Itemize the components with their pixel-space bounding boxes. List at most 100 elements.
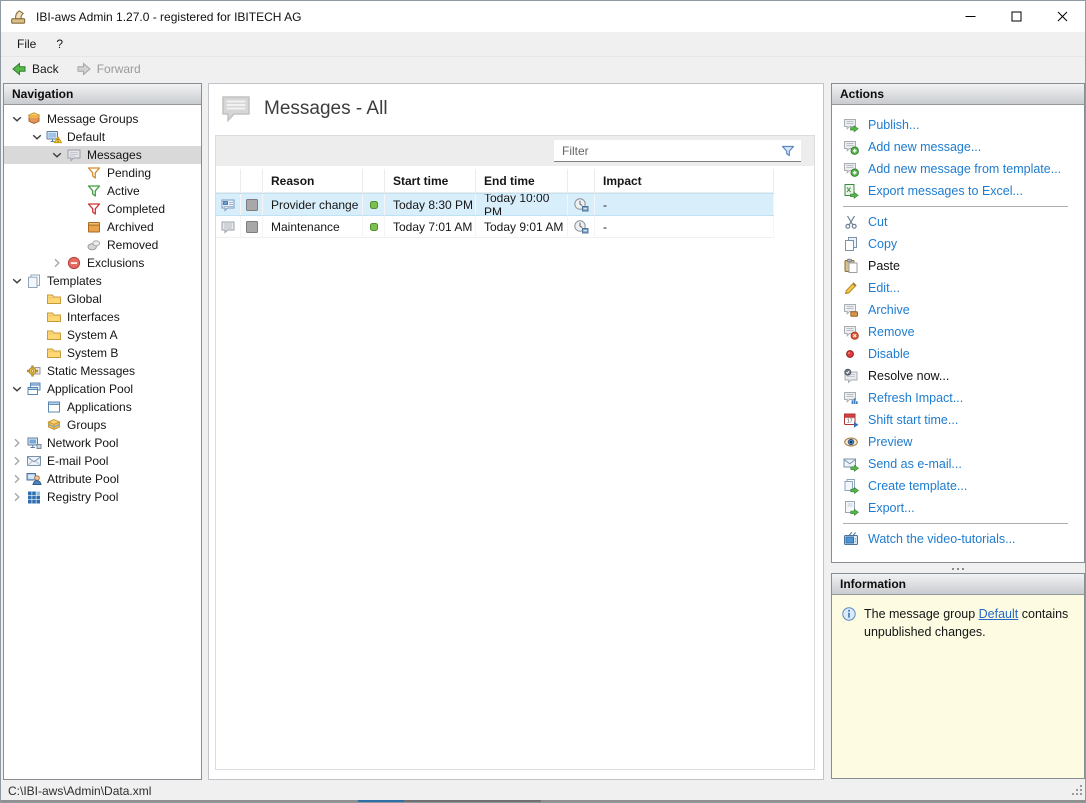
action-paste[interactable]: Paste (843, 255, 1078, 277)
messages-list-control: Reason Start timeEnd time ImpactProvider c… (215, 135, 815, 770)
nav-item-active[interactable]: Active (4, 182, 201, 200)
nav-item-removed[interactable]: Removed (4, 236, 201, 254)
action-add-new-message[interactable]: Add new message... (843, 136, 1078, 158)
nav-item-registry-pool[interactable]: Registry Pool (4, 488, 201, 506)
action-publish[interactable]: Publish... (843, 114, 1078, 136)
nav-item-archived[interactable]: Archived (4, 218, 201, 236)
column-header-blank[interactable] (241, 169, 263, 193)
filter-funnel-icon[interactable] (780, 143, 796, 159)
status-bar: C:\IBI-aws\Admin\Data.xml (1, 781, 1085, 800)
expander-spacer (29, 345, 45, 361)
action-label: Refresh Impact... (868, 391, 963, 405)
nav-item-interfaces[interactable]: Interfaces (4, 308, 201, 326)
nav-item-label: System A (67, 328, 118, 342)
column-header-blank[interactable] (568, 169, 595, 193)
resize-grip-icon[interactable] (1071, 784, 1083, 796)
message-type-icon (216, 216, 241, 237)
chevron-right-icon[interactable] (49, 255, 65, 271)
action-archive[interactable]: Archive (843, 299, 1078, 321)
action-export[interactable]: Export... (843, 497, 1078, 519)
information-panel: Information The message group Default co… (831, 573, 1085, 779)
action-send-as-e-mail[interactable]: Send as e-mail... (843, 453, 1078, 475)
column-header-impact[interactable]: Impact (595, 169, 774, 193)
chevron-down-icon[interactable] (29, 129, 45, 145)
nav-item-groups[interactable]: Groups (4, 416, 201, 434)
close-button[interactable] (1039, 1, 1085, 32)
nav-item-system-a[interactable]: System A (4, 326, 201, 344)
menu-help[interactable]: ? (46, 32, 73, 56)
nav-item-static-messages[interactable]: Static Messages (4, 362, 201, 380)
action-label: Copy (868, 237, 897, 251)
action-create-template[interactable]: Create template... (843, 475, 1078, 497)
action-disable[interactable]: Disable (843, 343, 1078, 365)
nav-item-exclusions[interactable]: Exclusions (4, 254, 201, 272)
action-edit[interactable]: Edit... (843, 277, 1078, 299)
action-preview[interactable]: Preview (843, 431, 1078, 453)
chevron-down-icon[interactable] (49, 147, 65, 163)
panel-splitter[interactable] (831, 566, 1085, 572)
archive-icon (843, 302, 859, 318)
nav-item-completed[interactable]: Completed (4, 200, 201, 218)
filter-input[interactable] (554, 140, 801, 161)
email-pool-icon (26, 453, 42, 469)
nav-item-label: Archived (107, 220, 154, 234)
nav-item-label: Registry Pool (47, 490, 118, 504)
chevron-down-icon[interactable] (9, 111, 25, 127)
default-group-link[interactable]: Default (979, 607, 1019, 621)
table-row-provider-change[interactable]: Provider changeToday 8:30 PMToday 10:00 … (216, 193, 774, 216)
table-row-maintenance[interactable]: MaintenanceToday 7:01 AMToday 9:01 AM- (216, 216, 774, 238)
action-refresh-impact[interactable]: Refresh Impact... (843, 387, 1078, 409)
action-resolve-now[interactable]: Resolve now... (843, 365, 1078, 387)
nav-item-e-mail-pool[interactable]: E-mail Pool (4, 452, 201, 470)
nav-item-default[interactable]: Default (4, 128, 201, 146)
chevron-right-icon[interactable] (9, 489, 25, 505)
chevron-down-icon[interactable] (9, 273, 25, 289)
nav-item-system-b[interactable]: System B (4, 344, 201, 362)
nav-item-messages[interactable]: Messages (4, 146, 201, 164)
minimize-button[interactable] (947, 1, 993, 32)
action-label: Watch the video-tutorials... (868, 532, 1016, 546)
menu-file[interactable]: File (7, 32, 46, 56)
column-header-blank[interactable] (216, 169, 241, 193)
static-messages-icon (26, 363, 42, 379)
clock-icon (568, 194, 595, 215)
disable-icon (843, 346, 859, 362)
nav-item-pending[interactable]: Pending (4, 164, 201, 182)
nav-item-application-pool[interactable]: Application Pool (4, 380, 201, 398)
send-email-icon (843, 456, 859, 472)
action-add-new-message-from-template[interactable]: Add new message from template... (843, 158, 1078, 180)
window-title: IBI-aws Admin 1.27.0 - registered for IB… (36, 10, 301, 24)
nav-item-message-groups[interactable]: Message Groups (4, 110, 201, 128)
action-export-messages-to-excel[interactable]: Export messages to Excel... (843, 180, 1078, 202)
column-header-start-time[interactable]: Start time (385, 169, 476, 193)
chevron-right-icon[interactable] (9, 471, 25, 487)
action-copy[interactable]: Copy (843, 233, 1078, 255)
nav-item-attribute-pool[interactable]: Attribute Pool (4, 470, 201, 488)
maximize-button[interactable] (993, 1, 1039, 32)
nav-item-applications[interactable]: Applications (4, 398, 201, 416)
navigation-panel: Navigation Message GroupsDefaultMessages… (3, 83, 202, 780)
forward-button[interactable]: Forward (69, 59, 148, 79)
nav-item-templates[interactable]: Templates (4, 272, 201, 290)
action-watch-the-video-tutorials[interactable]: Watch the video-tutorials... (843, 528, 1078, 550)
forward-label: Forward (97, 62, 141, 76)
column-header-blank[interactable] (363, 169, 385, 193)
create-template-icon (843, 478, 859, 494)
chevron-down-icon[interactable] (9, 381, 25, 397)
nav-item-label: Global (67, 292, 102, 306)
groups-icon (46, 417, 62, 433)
column-header-end-time[interactable]: End time (476, 169, 568, 193)
back-button[interactable]: Back (4, 59, 66, 79)
action-shift-start-time[interactable]: 17Shift start time... (843, 409, 1078, 431)
chevron-right-icon[interactable] (9, 453, 25, 469)
exclusions-icon (66, 255, 82, 271)
action-cut[interactable]: Cut (843, 211, 1078, 233)
excel-export-icon (843, 183, 859, 199)
action-remove[interactable]: Remove (843, 321, 1078, 343)
chevron-right-icon[interactable] (9, 435, 25, 451)
nav-item-network-pool[interactable]: Network Pool (4, 434, 201, 452)
nav-item-label: Application Pool (47, 382, 133, 396)
nav-item-global[interactable]: Global (4, 290, 201, 308)
expander-spacer (69, 237, 85, 253)
column-header-reason[interactable]: Reason (263, 169, 363, 193)
